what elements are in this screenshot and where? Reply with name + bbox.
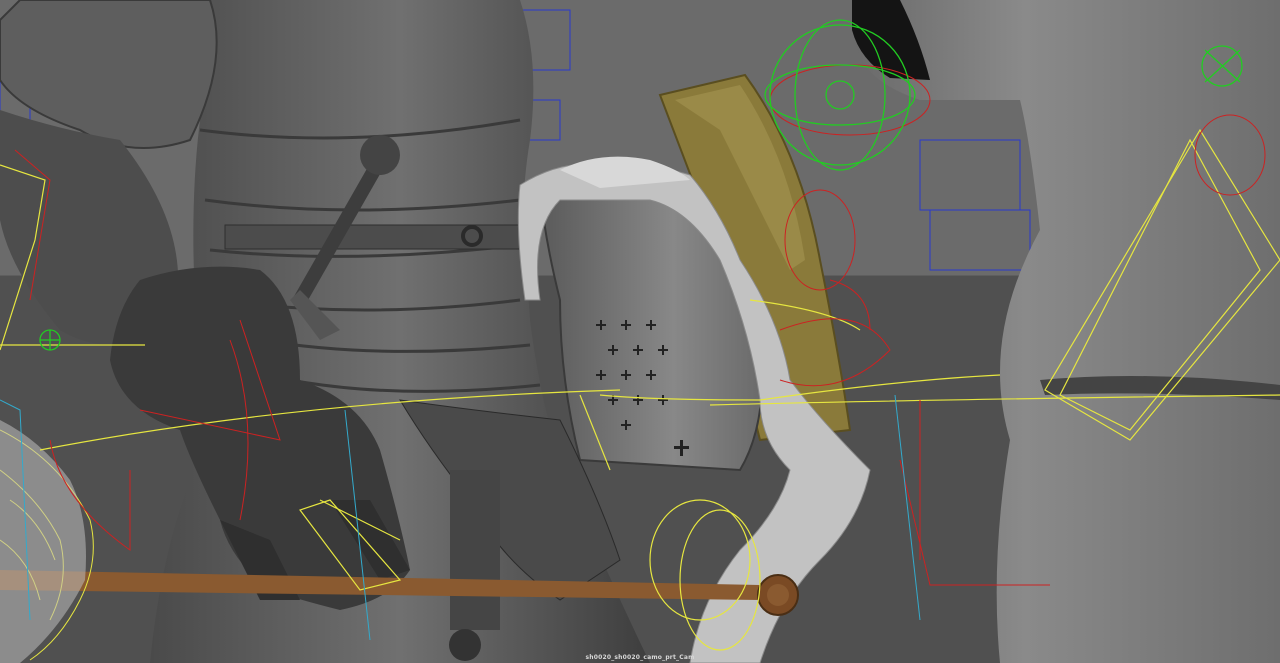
right-figure xyxy=(855,0,1280,663)
scene-render xyxy=(0,0,1280,663)
camera-name-label: sh0020_sh0020_camo_prt_Cam xyxy=(585,654,695,661)
maya-viewport[interactable]: sh0020_sh0020_camo_prt_Cam xyxy=(0,0,1280,663)
